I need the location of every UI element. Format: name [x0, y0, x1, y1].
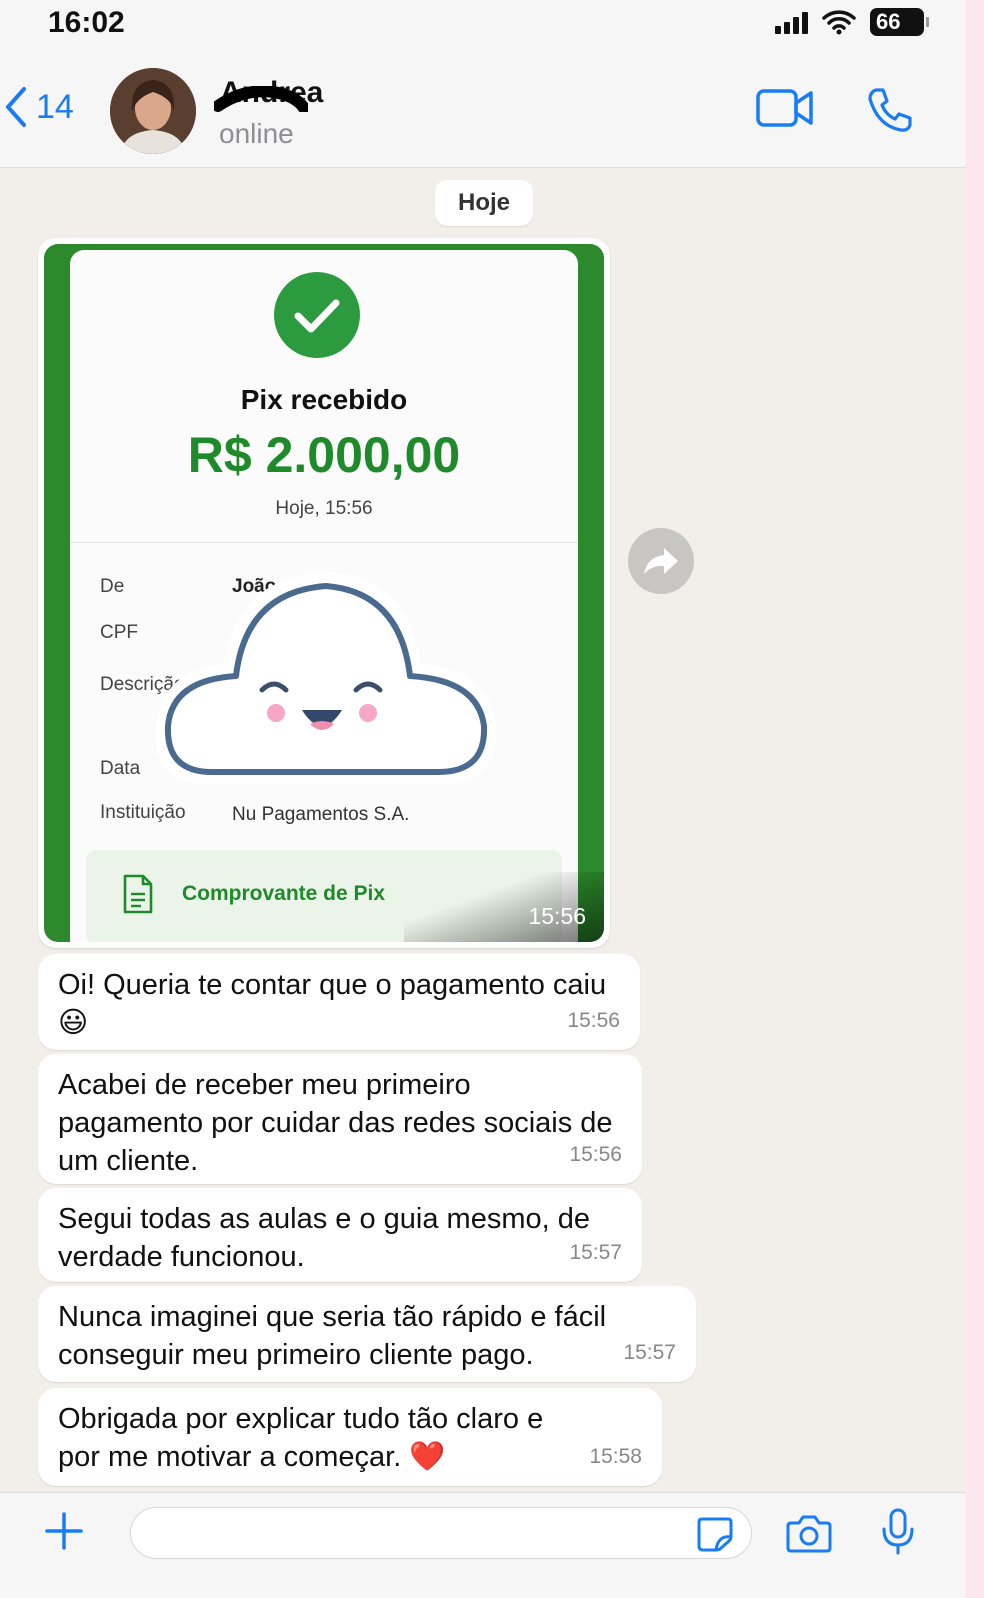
chat-header: 14 Andrea online: [0, 50, 966, 168]
chat-screen: 16:02 66 14 Andrea online Hoje Pix receb…: [0, 0, 966, 1598]
message-time: 15:57: [569, 1241, 622, 1264]
row-label-date: Data: [100, 758, 141, 779]
battery-level: 66: [876, 9, 901, 34]
receipt-divider: [70, 542, 578, 543]
forward-button[interactable]: [628, 528, 694, 594]
status-time: 16:02: [48, 6, 125, 39]
message-bubble[interactable]: Oi! Queria te contar que o pagamento cai…: [38, 954, 640, 1050]
camera-icon[interactable]: [786, 1513, 832, 1553]
message-bubble[interactable]: Acabei de receber meu primeiro pagamento…: [38, 1054, 642, 1184]
row-label-cpf: CPF: [100, 622, 138, 643]
row-value-institution: Nu Pagamentos S.A.: [232, 804, 410, 825]
message-time: 15:56: [567, 1009, 620, 1032]
status-bar: 16:02 66: [0, 0, 966, 50]
redaction-scribble: [214, 86, 308, 112]
battery-icon: 66: [870, 8, 929, 36]
phone-icon[interactable]: [866, 86, 914, 134]
status-icons: 66: [775, 8, 929, 36]
sticker-icon[interactable]: [696, 1515, 734, 1553]
plus-icon[interactable]: [44, 1511, 84, 1551]
cloud-sticker: [155, 572, 497, 784]
message-text: Oi! Queria te contar que o pagamento cai…: [58, 969, 607, 1039]
contact-status: online: [219, 118, 294, 149]
chevron-left-icon: [6, 87, 26, 127]
row-label-from: De: [100, 576, 125, 597]
message-text: Acabei de receber meu primeiro pagamento…: [58, 1069, 613, 1177]
avatar[interactable]: [110, 68, 196, 154]
video-camera-icon[interactable]: [756, 88, 814, 128]
receipt-amount: R$ 2.000,00: [187, 427, 461, 483]
receipt-date: Hoje, 15:56: [275, 498, 373, 519]
message-time: 15:58: [589, 1445, 642, 1468]
message-bubble[interactable]: Obrigada por explicar tudo tão claro e p…: [38, 1388, 662, 1486]
image-timestamp: 15:56: [528, 903, 586, 929]
unread-count: 14: [36, 87, 74, 126]
message-text: Segui todas as aulas e o guia mesmo, de …: [58, 1203, 590, 1273]
message-time: 15:57: [623, 1341, 676, 1364]
receipt-title: Pix recebido: [240, 384, 408, 415]
document-icon: [123, 874, 153, 914]
receipt-doc-label: Comprovante de Pix: [182, 882, 386, 905]
microphone-icon[interactable]: [880, 1507, 916, 1555]
date-divider: Hoje: [435, 180, 533, 226]
check-circle-icon: [274, 272, 360, 358]
message-bubble[interactable]: Nunca imaginei que seria tão rápido e fá…: [38, 1286, 696, 1382]
message-bubble[interactable]: Segui todas as aulas e o guia mesmo, de …: [38, 1188, 642, 1282]
message-text: Nunca imaginei que seria tão rápido e fá…: [58, 1301, 607, 1371]
message-input-bar: [0, 1492, 966, 1598]
screenshot-edge: [966, 0, 984, 1598]
signal-icon: [775, 10, 808, 34]
message-text: Obrigada por explicar tudo tão claro e p…: [58, 1403, 544, 1473]
forward-arrow-icon: [644, 548, 678, 574]
message-input[interactable]: [130, 1507, 752, 1559]
back-button[interactable]: 14: [4, 86, 74, 128]
wifi-icon: [822, 10, 856, 35]
message-time: 15:56: [569, 1143, 622, 1166]
